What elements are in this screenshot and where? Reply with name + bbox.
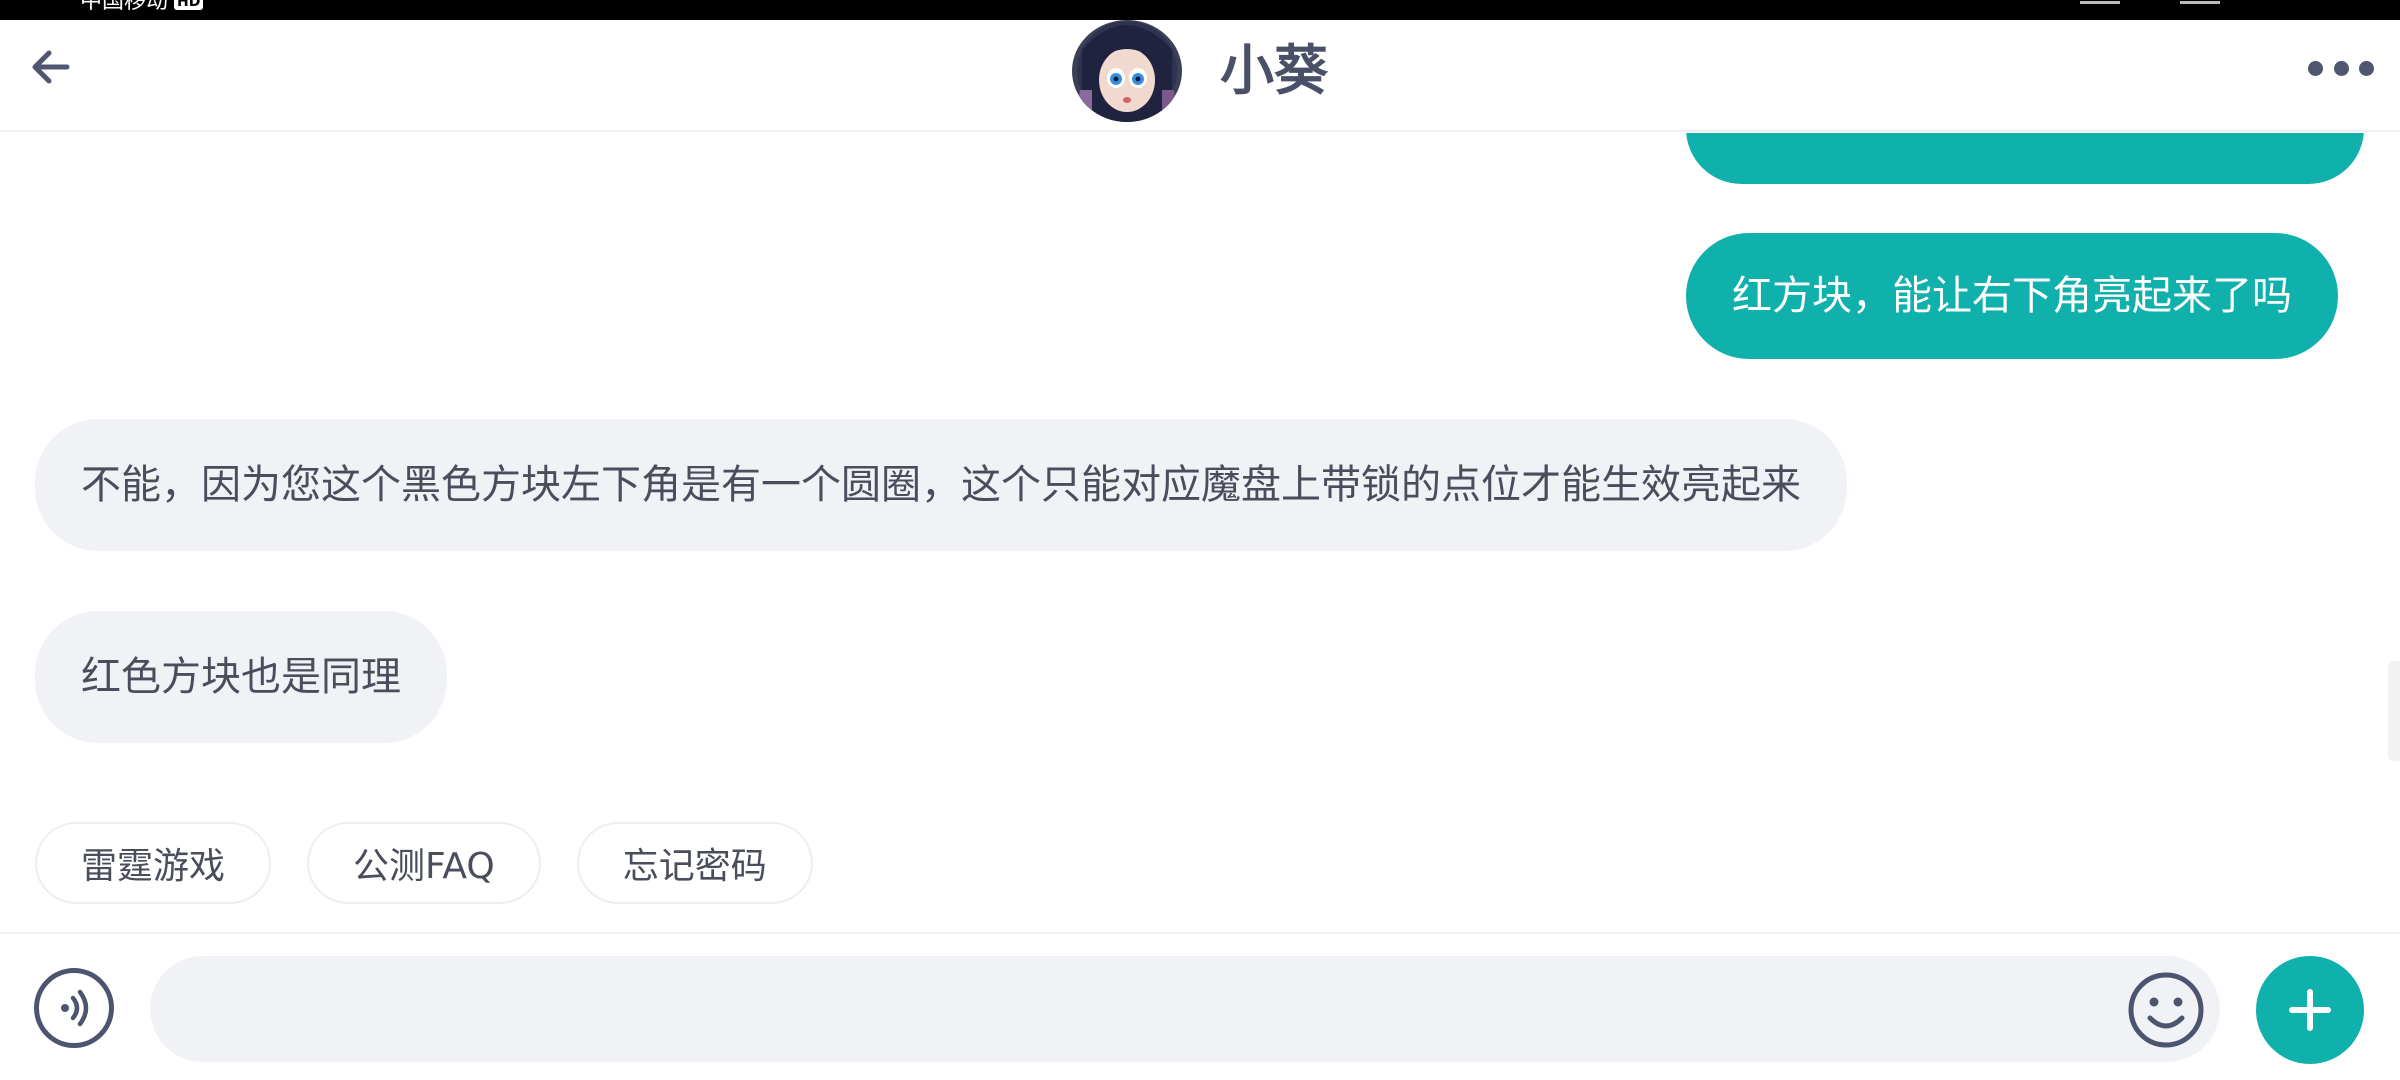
more-dot (2359, 60, 2374, 76)
quick-reply-chip[interactable]: 公测FAQ (307, 822, 541, 904)
quick-reply-chip[interactable]: 忘记密码 (576, 822, 813, 904)
chat-messages[interactable]: 红方块，能让右下角亮起来了吗 不能，因为您这个黑色方块左下角是有一个圆圈，这个只… (0, 133, 2400, 931)
scrollbar-thumb[interactable] (2388, 661, 2400, 761)
avatar[interactable] (1072, 20, 1182, 122)
plus-button[interactable] (2256, 956, 2364, 1064)
input-bar (0, 932, 2400, 1080)
carrier-name: 中国移动 (80, 0, 169, 14)
carrier-info: 中国移动 HD (80, 0, 204, 14)
arrow-left-icon (32, 50, 70, 84)
message-text: 红色方块也是同理 (81, 654, 401, 700)
back-button[interactable] (22, 38, 80, 96)
status-icon (2180, 0, 2220, 4)
voice-button[interactable] (34, 968, 114, 1048)
status-bar: 中国移动 HD (0, 0, 2400, 20)
more-options-button[interactable] (2308, 56, 2374, 80)
status-icon (2080, 0, 2120, 4)
more-dot (2333, 60, 2349, 76)
voice-icon (61, 989, 89, 1027)
message-input[interactable] (150, 956, 2220, 1062)
message-text: 红方块，能让右下角亮起来了吗 (1732, 273, 2292, 319)
message-incoming: 不能，因为您这个黑色方块左下角是有一个圆圈，这个只能对应魔盘上带锁的点位才能生效… (35, 419, 1847, 551)
smile-icon (2128, 972, 2204, 1048)
chat-title: 小葵 (1220, 39, 1328, 102)
message-incoming: 红色方块也是同理 (35, 611, 447, 743)
more-dot (2308, 60, 2323, 76)
status-icons (2080, 0, 2220, 4)
quick-reply-chip[interactable]: 雷霆游戏 (35, 822, 272, 904)
hd-badge: HD (174, 0, 204, 10)
message-outgoing: 红方块，能让右下角亮起来了吗 (1686, 233, 2338, 359)
message-text: 不能，因为您这个黑色方块左下角是有一个圆圈，这个只能对应魔盘上带锁的点位才能生效… (81, 462, 1801, 508)
quick-replies: 雷霆游戏 公测FAQ 忘记密码 (35, 822, 813, 904)
plus-icon (2289, 989, 2331, 1031)
emoji-button[interactable] (2126, 970, 2206, 1050)
chat-header: 小葵 (0, 20, 2400, 132)
character-avatar-image (1072, 20, 1182, 122)
message-outgoing-partial (1686, 133, 2364, 184)
